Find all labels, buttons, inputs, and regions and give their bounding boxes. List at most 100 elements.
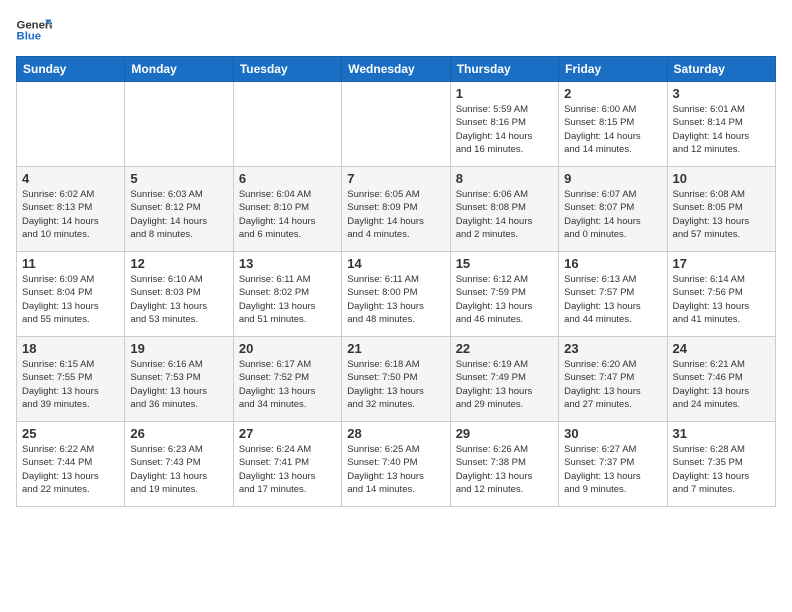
calendar-cell: 3Sunrise: 6:01 AM Sunset: 8:14 PM Daylig… [667,82,775,167]
week-row-3: 11Sunrise: 6:09 AM Sunset: 8:04 PM Dayli… [17,252,776,337]
calendar-cell: 29 Sunrise: 6:26 AM Sunset: 7:38 PM Dayli… [450,422,558,507]
calendar-cell: 4 Sunrise: 6:02 AM Sunset: 8:13 PM Daylig… [17,167,125,252]
calendar-cell: 1 Sunrise: 5:59 AM Sunset: 8:16 PM Daylig… [450,82,558,167]
day-info: Sunrise: 6:21 AM Sunset: 7:46 PM Dayligh… [673,358,770,411]
calendar-cell: 13Sunrise: 6:11 AM Sunset: 8:02 PM Dayli… [233,252,341,337]
day-number: 23 [564,341,661,356]
day-info: Sunrise: 6:13 AM Sunset: 7:57 PM Dayligh… [564,273,661,326]
day-number: 16 [564,256,661,271]
calendar-cell: 15 Sunrise: 6:12 AM Sunset: 7:59 PM Dayli… [450,252,558,337]
calendar-cell: 26 Sunrise: 6:23 AM Sunset: 7:43 PM Dayli… [125,422,233,507]
day-number: 5 [130,171,227,186]
calendar-cell [17,82,125,167]
calendar-cell: 9Sunrise: 6:07 AM Sunset: 8:07 PM Daylig… [559,167,667,252]
day-info: Sunrise: 6:24 AM Sunset: 7:41 PM Dayligh… [239,443,336,496]
day-number: 21 [347,341,444,356]
day-info: Sunrise: 6:00 AM Sunset: 8:15 PM Dayligh… [564,103,661,156]
calendar-table: SundayMondayTuesdayWednesdayThursdayFrid… [16,56,776,507]
day-number: 27 [239,426,336,441]
calendar-cell: 25 Sunrise: 6:22 AM Sunset: 7:44 PM Dayli… [17,422,125,507]
day-info: Sunrise: 6:07 AM Sunset: 8:07 PM Dayligh… [564,188,661,241]
day-info: Sunrise: 6:05 AM Sunset: 8:09 PM Dayligh… [347,188,444,241]
col-header-thursday: Thursday [450,57,558,82]
calendar-cell: 24 Sunrise: 6:21 AM Sunset: 7:46 PM Dayli… [667,337,775,422]
col-header-monday: Monday [125,57,233,82]
calendar-cell: 8 Sunrise: 6:06 AM Sunset: 8:08 PM Daylig… [450,167,558,252]
day-info: Sunrise: 6:19 AM Sunset: 7:49 PM Dayligh… [456,358,553,411]
day-number: 28 [347,426,444,441]
day-info: Sunrise: 6:04 AM Sunset: 8:10 PM Dayligh… [239,188,336,241]
calendar-cell: 31 Sunrise: 6:28 AM Sunset: 7:35 PM Dayli… [667,422,775,507]
logo: General Blue [16,16,52,44]
day-number: 8 [456,171,553,186]
day-number: 22 [456,341,553,356]
day-info: Sunrise: 6:22 AM Sunset: 7:44 PM Dayligh… [22,443,119,496]
calendar-cell: 20 Sunrise: 6:17 AM Sunset: 7:52 PM Dayli… [233,337,341,422]
day-info: Sunrise: 6:26 AM Sunset: 7:38 PM Dayligh… [456,443,553,496]
calendar-cell: 14Sunrise: 6:11 AM Sunset: 8:00 PM Dayli… [342,252,450,337]
col-header-sunday: Sunday [17,57,125,82]
col-header-tuesday: Tuesday [233,57,341,82]
day-info: Sunrise: 6:27 AM Sunset: 7:37 PM Dayligh… [564,443,661,496]
day-number: 7 [347,171,444,186]
col-header-wednesday: Wednesday [342,57,450,82]
calendar-cell: 12Sunrise: 6:10 AM Sunset: 8:03 PM Dayli… [125,252,233,337]
day-number: 19 [130,341,227,356]
day-info: Sunrise: 6:11 AM Sunset: 8:00 PM Dayligh… [347,273,444,326]
day-info: Sunrise: 6:16 AM Sunset: 7:53 PM Dayligh… [130,358,227,411]
calendar-cell [125,82,233,167]
day-number: 20 [239,341,336,356]
calendar-cell: 17 Sunrise: 6:14 AM Sunset: 7:56 PM Dayli… [667,252,775,337]
day-number: 13 [239,256,336,271]
day-number: 15 [456,256,553,271]
day-info: Sunrise: 6:18 AM Sunset: 7:50 PM Dayligh… [347,358,444,411]
day-number: 11 [22,256,119,271]
day-info: Sunrise: 6:02 AM Sunset: 8:13 PM Dayligh… [22,188,119,241]
day-info: Sunrise: 6:15 AM Sunset: 7:55 PM Dayligh… [22,358,119,411]
calendar-cell: 10Sunrise: 6:08 AM Sunset: 8:05 PM Dayli… [667,167,775,252]
day-info: Sunrise: 6:25 AM Sunset: 7:40 PM Dayligh… [347,443,444,496]
day-info: Sunrise: 6:28 AM Sunset: 7:35 PM Dayligh… [673,443,770,496]
calendar-cell: 5Sunrise: 6:03 AM Sunset: 8:12 PM Daylig… [125,167,233,252]
svg-text:Blue: Blue [17,31,42,43]
day-number: 25 [22,426,119,441]
col-header-saturday: Saturday [667,57,775,82]
calendar-cell: 16 Sunrise: 6:13 AM Sunset: 7:57 PM Dayli… [559,252,667,337]
day-number: 2 [564,86,661,101]
day-info: Sunrise: 6:20 AM Sunset: 7:47 PM Dayligh… [564,358,661,411]
day-info: Sunrise: 6:14 AM Sunset: 7:56 PM Dayligh… [673,273,770,326]
calendar-cell: 28 Sunrise: 6:25 AM Sunset: 7:40 PM Dayli… [342,422,450,507]
day-info: Sunrise: 6:12 AM Sunset: 7:59 PM Dayligh… [456,273,553,326]
calendar-cell: 21 Sunrise: 6:18 AM Sunset: 7:50 PM Dayli… [342,337,450,422]
day-number: 26 [130,426,227,441]
day-info: Sunrise: 6:23 AM Sunset: 7:43 PM Dayligh… [130,443,227,496]
day-info: Sunrise: 6:17 AM Sunset: 7:52 PM Dayligh… [239,358,336,411]
calendar-header-row: SundayMondayTuesdayWednesdayThursdayFrid… [17,57,776,82]
day-number: 12 [130,256,227,271]
calendar-cell: 23 Sunrise: 6:20 AM Sunset: 7:47 PM Dayli… [559,337,667,422]
day-info: Sunrise: 5:59 AM Sunset: 8:16 PM Dayligh… [456,103,553,156]
day-number: 31 [673,426,770,441]
day-number: 4 [22,171,119,186]
week-row-2: 4 Sunrise: 6:02 AM Sunset: 8:13 PM Daylig… [17,167,776,252]
day-number: 17 [673,256,770,271]
day-info: Sunrise: 6:06 AM Sunset: 8:08 PM Dayligh… [456,188,553,241]
day-number: 29 [456,426,553,441]
col-header-friday: Friday [559,57,667,82]
calendar-cell: 11Sunrise: 6:09 AM Sunset: 8:04 PM Dayli… [17,252,125,337]
week-row-5: 25 Sunrise: 6:22 AM Sunset: 7:44 PM Dayli… [17,422,776,507]
day-number: 30 [564,426,661,441]
week-row-4: 18 Sunrise: 6:15 AM Sunset: 7:55 PM Dayli… [17,337,776,422]
day-number: 24 [673,341,770,356]
calendar-cell: 27 Sunrise: 6:24 AM Sunset: 7:41 PM Dayli… [233,422,341,507]
calendar-cell [342,82,450,167]
day-number: 1 [456,86,553,101]
calendar-cell: 18 Sunrise: 6:15 AM Sunset: 7:55 PM Dayli… [17,337,125,422]
calendar-cell: 19 Sunrise: 6:16 AM Sunset: 7:53 PM Dayli… [125,337,233,422]
calendar-cell: 22 Sunrise: 6:19 AM Sunset: 7:49 PM Dayli… [450,337,558,422]
day-number: 18 [22,341,119,356]
day-info: Sunrise: 6:08 AM Sunset: 8:05 PM Dayligh… [673,188,770,241]
calendar-cell [233,82,341,167]
calendar-cell: 30 Sunrise: 6:27 AM Sunset: 7:37 PM Dayli… [559,422,667,507]
calendar-cell: 6Sunrise: 6:04 AM Sunset: 8:10 PM Daylig… [233,167,341,252]
